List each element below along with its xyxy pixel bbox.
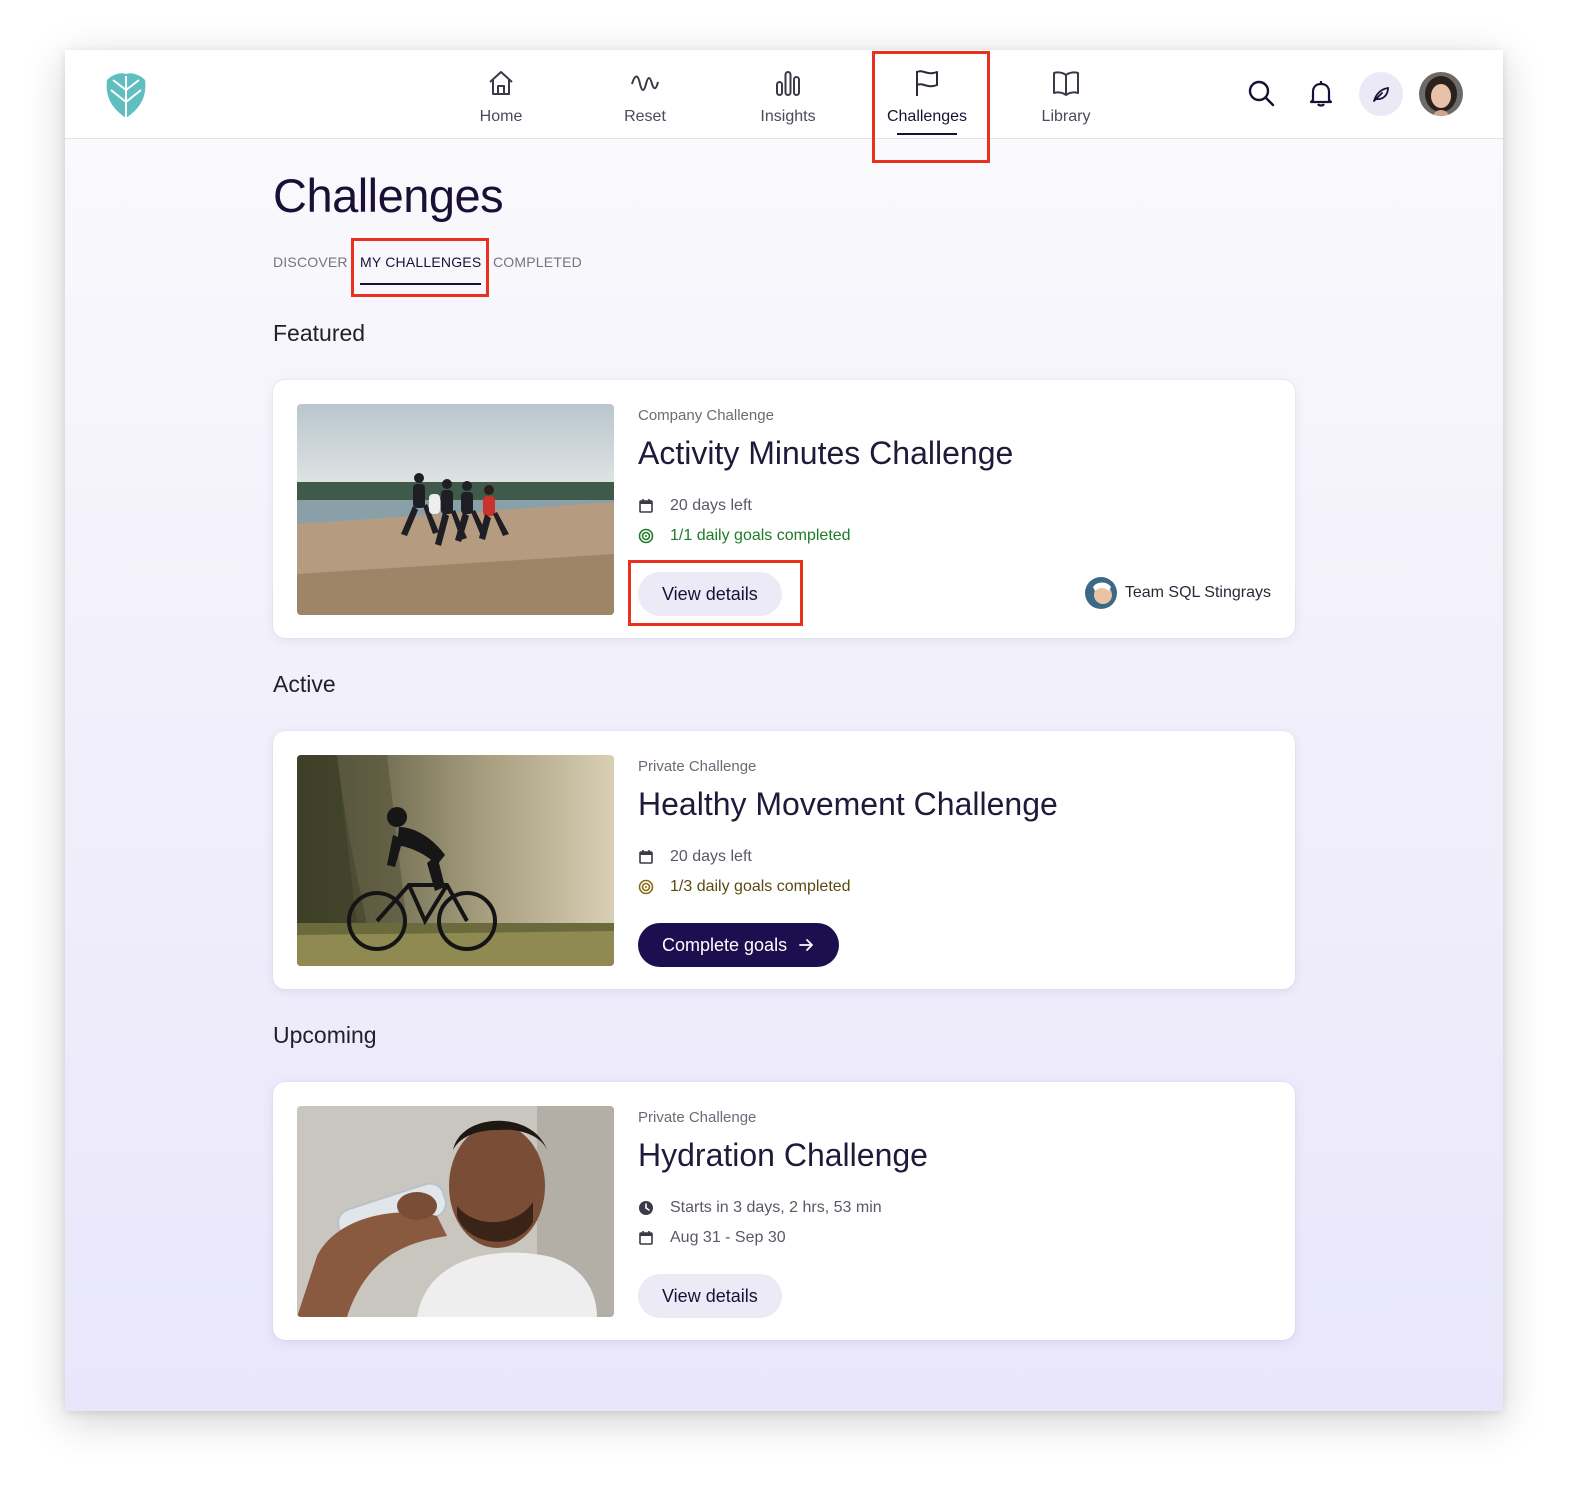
tab-discover[interactable]: DISCOVER	[273, 254, 348, 270]
nav-home-label: Home	[479, 108, 523, 125]
challenge-type: Company Challenge	[638, 407, 774, 424]
challenge-title: Hydration Challenge	[638, 1137, 928, 1173]
challenge-title: Activity Minutes Challenge	[638, 435, 1014, 471]
starts-in-text: Starts in 3 days, 2 hrs, 53 min	[670, 1199, 882, 1216]
nav-insights-label: Insights	[760, 108, 816, 125]
tab-completed[interactable]: COMPLETED	[493, 254, 582, 270]
nav-insights[interactable]: Insights	[733, 64, 843, 134]
complete-goals-label: Complete goals	[662, 934, 788, 955]
tab-my-challenges[interactable]: MY CHALLENGES	[360, 254, 482, 285]
nav-challenges[interactable]: Challenges	[872, 64, 982, 135]
goals-text: 1/1 daily goals completed	[670, 527, 851, 544]
challenge-card-activity: Company Challenge Activity Minutes Chall…	[273, 380, 1295, 638]
page-title: Challenges	[273, 169, 504, 222]
book-icon	[1053, 71, 1079, 96]
bar-chart-icon	[776, 71, 800, 96]
challenge-image-cyclist	[297, 755, 614, 966]
complete-goals-button[interactable]: Complete goals	[638, 923, 840, 967]
tab-my-challenges-label: MY CHALLENGES	[360, 254, 482, 270]
active-tab-indicator	[897, 133, 957, 135]
days-left-row: 20 days left	[638, 848, 752, 866]
nav-home[interactable]: Home	[446, 64, 556, 134]
section-upcoming-title: Upcoming	[273, 1022, 377, 1048]
nav-reset-label: Reset	[624, 108, 666, 125]
section-active-title: Active	[273, 671, 336, 697]
target-icon	[638, 879, 654, 895]
challenge-card-hydration: Private Challenge Hydration Challenge St…	[273, 1082, 1295, 1340]
tab-underline	[360, 283, 482, 285]
challenge-type: Private Challenge	[638, 1109, 757, 1126]
clock-icon	[639, 1201, 653, 1215]
nav-library[interactable]: Library	[1011, 64, 1121, 134]
wave-icon	[631, 75, 659, 91]
view-details-button[interactable]: View details	[638, 1274, 782, 1318]
app-window: Home Reset Insights Challenges Library C…	[65, 50, 1503, 1411]
starts-in-row: Starts in 3 days, 2 hrs, 53 min	[638, 1199, 882, 1217]
calendar-icon	[639, 850, 653, 864]
challenge-type: Private Challenge	[638, 758, 757, 775]
team-badge[interactable]: Team SQL Stingrays	[1084, 577, 1271, 609]
days-left-text: 20 days left	[670, 848, 752, 865]
view-details-button[interactable]: View details	[638, 572, 782, 616]
arrow-right-icon	[799, 939, 813, 951]
challenge-image-drinking	[297, 1106, 614, 1317]
date-range-row: Aug 31 - Sep 30	[638, 1229, 786, 1247]
team-avatar	[1084, 577, 1117, 609]
challenge-card-movement: Private Challenge Healthy Movement Chall…	[273, 731, 1295, 989]
challenge-image-runners	[297, 404, 614, 615]
home-icon	[489, 71, 513, 95]
section-featured-title: Featured	[273, 320, 366, 346]
challenge-title: Healthy Movement Challenge	[638, 786, 1058, 822]
flag-icon	[916, 70, 938, 96]
wellness-button[interactable]	[1359, 72, 1403, 116]
leaf-icon	[1373, 86, 1389, 102]
days-left-text: 20 days left	[670, 497, 752, 514]
top-nav-bar: Home Reset Insights Challenges Library	[65, 50, 1503, 163]
days-left-row: 20 days left	[638, 497, 752, 515]
bell-icon[interactable]	[1306, 78, 1336, 108]
user-avatar[interactable]	[1419, 72, 1463, 116]
target-icon	[638, 528, 654, 544]
goals-row: 1/3 daily goals completed	[638, 878, 851, 896]
app-logo[interactable]	[103, 68, 149, 120]
team-name: Team SQL Stingrays	[1124, 584, 1271, 601]
nav-library-label: Library	[1041, 108, 1091, 125]
nav-reset[interactable]: Reset	[590, 64, 700, 134]
calendar-icon	[639, 499, 653, 513]
goals-text: 1/3 daily goals completed	[670, 878, 851, 895]
calendar-icon	[639, 1231, 653, 1245]
goals-row: 1/1 daily goals completed	[638, 527, 851, 545]
date-range-text: Aug 31 - Sep 30	[670, 1229, 786, 1246]
nav-challenges-label: Challenges	[886, 108, 968, 125]
search-icon[interactable]	[1246, 78, 1276, 108]
